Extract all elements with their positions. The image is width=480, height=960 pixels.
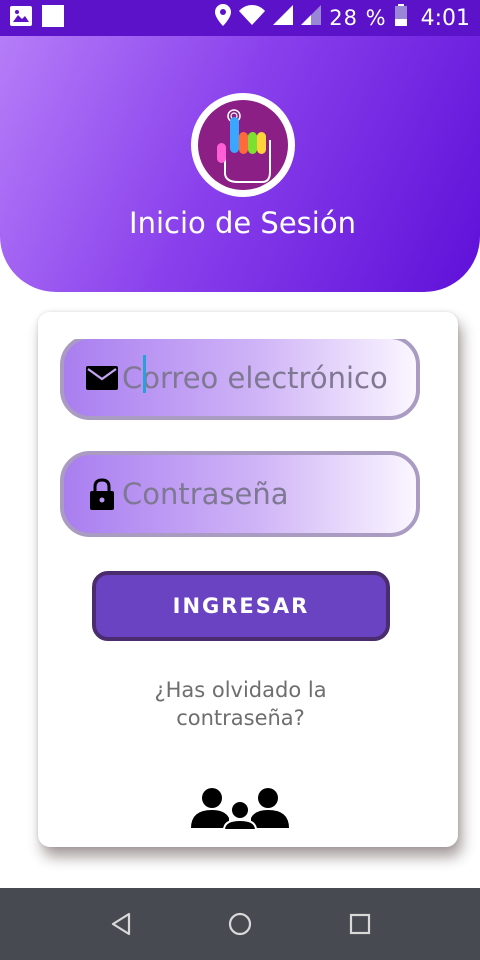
app-logo <box>191 93 295 197</box>
email-field[interactable]: Correo electrónico <box>58 312 422 420</box>
wifi-icon <box>239 5 266 31</box>
login-card: Correo electrónico Contraseña INGRESAR ¿… <box>38 312 458 847</box>
hand-logo-icon <box>198 100 288 190</box>
forgot-line-2: contraseña? <box>176 706 305 730</box>
battery-percent: 28 % <box>329 6 387 30</box>
lock-icon <box>86 478 118 510</box>
back-icon[interactable] <box>107 910 135 938</box>
battery-icon <box>394 4 407 32</box>
navigation-bar <box>0 888 480 960</box>
password-field[interactable]: Contraseña <box>60 451 420 537</box>
status-bar: 28 % 4:01 <box>0 0 480 36</box>
home-icon[interactable] <box>226 910 254 938</box>
image-icon <box>10 5 32 31</box>
mail-icon <box>86 365 118 390</box>
signal-weak-icon <box>301 5 322 31</box>
page-title: Inicio de Sesión <box>129 206 356 240</box>
email-placeholder: Correo electrónico <box>122 360 388 395</box>
forgot-line-1: ¿Has olvidado la <box>154 678 327 702</box>
users-group-icon[interactable] <box>191 786 289 835</box>
forgot-password-link[interactable]: ¿Has olvidado la contraseña? <box>38 676 443 732</box>
text-caret <box>143 355 146 393</box>
recents-icon[interactable] <box>346 910 374 938</box>
location-icon <box>215 4 232 32</box>
clock: 4:01 <box>420 5 470 31</box>
password-placeholder: Contraseña <box>122 477 289 511</box>
login-button[interactable]: INGRESAR <box>92 571 390 641</box>
square-notification-icon <box>42 4 64 32</box>
header: Inicio de Sesión <box>0 36 480 292</box>
signal-icon <box>273 5 294 31</box>
